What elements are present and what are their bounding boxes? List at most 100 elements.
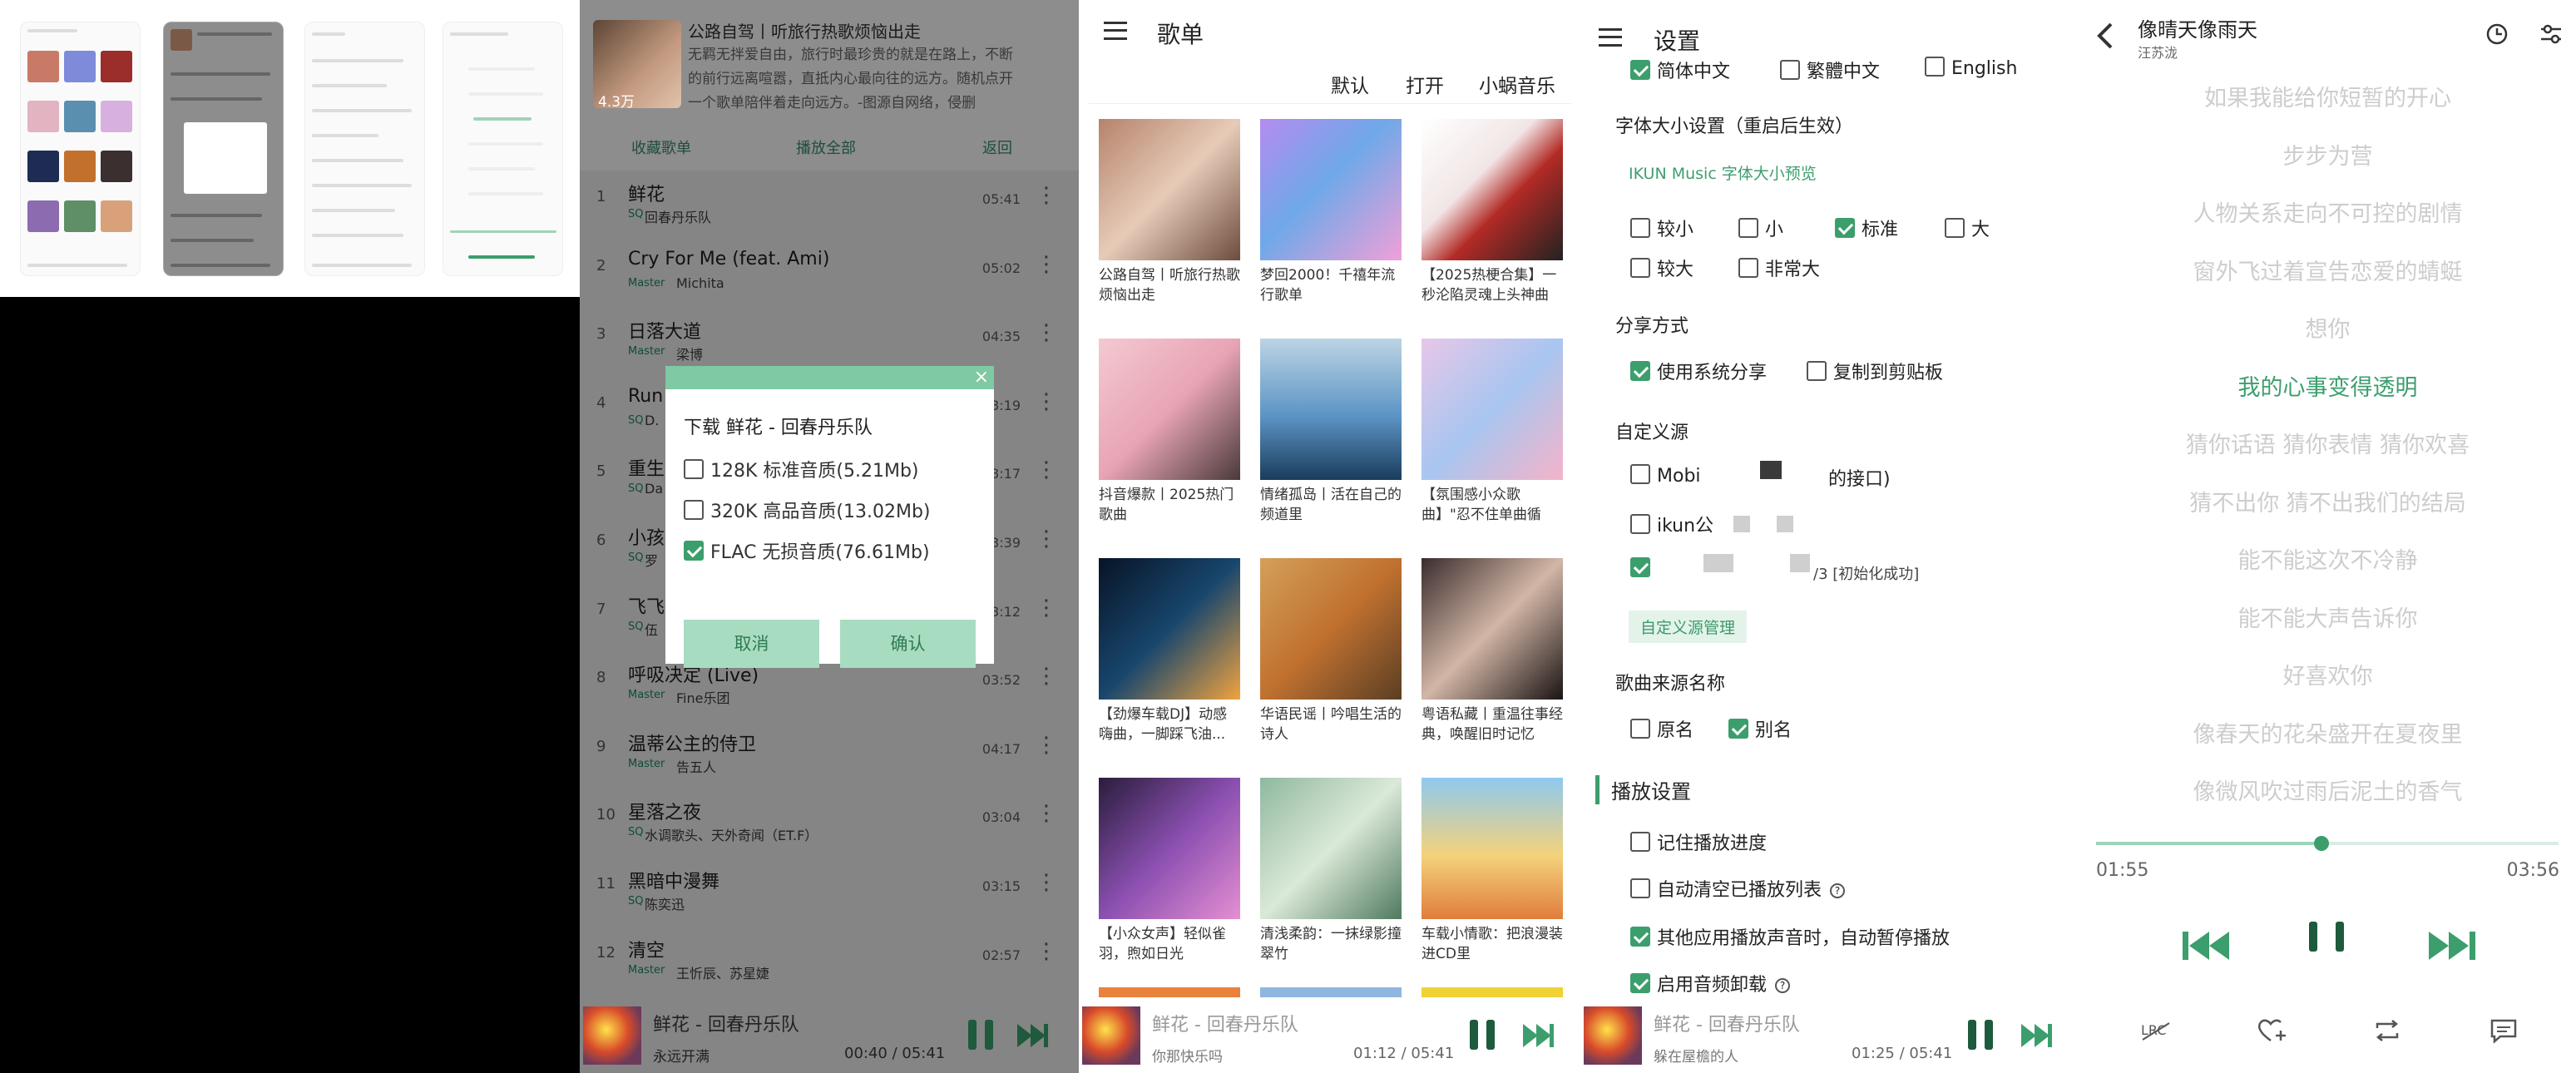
source-manage-button[interactable]: 自定义源管理: [1629, 611, 1748, 643]
mini-player[interactable]: 鲜花 - 回春丹乐队 你那快乐吗 01:12 / 05:41: [1079, 1001, 1578, 1073]
checkbox[interactable]: [1630, 878, 1650, 898]
more-icon[interactable]: ⋮: [1036, 596, 1057, 621]
next-icon[interactable]: [1016, 1021, 1049, 1050]
more-icon[interactable]: ⋮: [1036, 939, 1057, 964]
lrc-icon[interactable]: LRC: [2139, 1016, 2173, 1045]
checkbox[interactable]: [1630, 218, 1650, 238]
heart-plus-icon[interactable]: [2256, 1016, 2289, 1045]
songlist-card[interactable]: 清浅柔韵：一抹绿影撞翠竹: [1260, 778, 1402, 964]
size-smaller[interactable]: 较小: [1630, 215, 1693, 241]
repeat-icon[interactable]: [2371, 1016, 2404, 1045]
previous-icon[interactable]: [2181, 928, 2232, 963]
pause-icon[interactable]: [1968, 1020, 1993, 1050]
more-icon[interactable]: ⋮: [1036, 320, 1057, 345]
size-larger[interactable]: 较大: [1630, 255, 1693, 281]
share-clipboard[interactable]: 复制到剪贴板: [1807, 358, 1943, 384]
share-system[interactable]: 使用系统分享: [1630, 358, 1767, 384]
size-large[interactable]: 大: [1945, 215, 1990, 241]
quality-option-320k[interactable]: 320K 高品音质(13.02Mb): [684, 497, 931, 522]
song-row[interactable]: 1 鲜花 SQ 回春丹乐队 05:41 ⋮: [580, 171, 1079, 240]
source-mobi[interactable]: Mobi: [1630, 464, 1701, 487]
more-icon[interactable]: ⋮: [1036, 733, 1057, 758]
pause-icon[interactable]: [968, 1020, 993, 1050]
back-icon[interactable]: [2096, 22, 2114, 50]
settings-sliders-icon[interactable]: [2539, 22, 2564, 47]
name-original[interactable]: 原名: [1630, 715, 1693, 742]
help-icon[interactable]: ?: [1775, 978, 1791, 993]
checkbox-checked[interactable]: [1630, 60, 1650, 80]
filter-open[interactable]: 打开: [1406, 70, 1444, 98]
progress-track[interactable]: [2096, 836, 2559, 851]
checkbox-checked[interactable]: [1630, 361, 1650, 381]
filter-source[interactable]: 小蜗音乐: [1479, 70, 1555, 98]
timer-icon[interactable]: [2485, 22, 2510, 47]
lang-traditional[interactable]: 繁體中文: [1780, 57, 1880, 83]
progress-thumb[interactable]: [2313, 836, 2329, 851]
auto-clear-played[interactable]: 自动清空已播放列表?: [1630, 875, 1846, 902]
mini-player[interactable]: 鲜花 - 回春丹乐队 躲在屋檐的人 01:25 / 05:41: [1580, 1001, 2079, 1073]
song-row[interactable]: 12 清空 Master 王忻辰、苏星婕 02:57 ⋮: [580, 927, 1079, 996]
confirm-button[interactable]: 确认: [840, 620, 976, 668]
checkbox-checked[interactable]: [1630, 557, 1650, 577]
checkbox[interactable]: [684, 459, 704, 479]
close-icon[interactable]: ×: [974, 367, 989, 388]
more-icon[interactable]: ⋮: [1036, 183, 1057, 208]
next-icon[interactable]: [2020, 1021, 2053, 1050]
songlist-card[interactable]: 车载小情歌：把浪漫装进CD里: [1421, 778, 1563, 964]
checkbox-checked[interactable]: [1835, 218, 1855, 238]
collect-button[interactable]: 收藏歌单: [631, 136, 691, 158]
checkbox-checked[interactable]: [684, 541, 704, 561]
songlist-card[interactable]: 抖音爆款丨2025热门歌曲: [1099, 339, 1240, 525]
auto-pause[interactable]: 其他应用播放声音时，自动暂停播放: [1630, 923, 1950, 950]
back-button[interactable]: 返回: [982, 136, 1012, 158]
checkbox[interactable]: [1630, 258, 1650, 278]
checkbox[interactable]: [1780, 60, 1800, 80]
checkbox[interactable]: [1630, 464, 1650, 484]
quality-option-flac[interactable]: FLAC 无损音质(76.61Mb): [684, 537, 930, 563]
more-icon[interactable]: ⋮: [1036, 801, 1057, 826]
pause-icon[interactable]: [2309, 922, 2344, 967]
size-small[interactable]: 小: [1738, 215, 1783, 241]
song-row[interactable]: 10 星落之夜 SQ 水调歌头、天外奇闻（ET.F） 03:04 ⋮: [580, 789, 1079, 858]
play-all-button[interactable]: 播放全部: [796, 136, 856, 158]
checkbox[interactable]: [1807, 361, 1827, 381]
song-row[interactable]: 2 Cry For Me (feat. Ami) Master Michita 05:0…: [580, 240, 1079, 309]
menu-icon[interactable]: [1599, 28, 1622, 47]
comment-icon[interactable]: [2487, 1016, 2520, 1045]
checkbox[interactable]: [1738, 258, 1758, 278]
size-very-large[interactable]: 非常大: [1738, 255, 1820, 281]
songlist-card[interactable]: 【小众女声】轻似雀羽，煦如日光: [1099, 778, 1240, 964]
remember-progress[interactable]: 记住播放进度: [1630, 828, 1767, 855]
next-icon[interactable]: [1521, 1021, 1555, 1050]
song-row[interactable]: 9 温蒂公主的侍卫 Master 告五人 04:17 ⋮: [580, 721, 1079, 789]
pause-icon[interactable]: [1470, 1020, 1495, 1050]
songlist-card[interactable]: 粤语私藏丨重温往事经典，唤醒旧时记忆: [1421, 558, 1563, 744]
quality-option-128k[interactable]: 128K 标准音质(5.21Mb): [684, 456, 919, 482]
help-icon[interactable]: ?: [1830, 883, 1846, 898]
menu-icon[interactable]: [1104, 22, 1127, 40]
size-standard[interactable]: 标准: [1835, 215, 1898, 241]
checkbox-checked[interactable]: [1630, 973, 1650, 993]
more-icon[interactable]: ⋮: [1036, 527, 1057, 551]
more-icon[interactable]: ⋮: [1036, 389, 1057, 414]
lang-simplified[interactable]: 简体中文: [1630, 57, 1730, 83]
checkbox[interactable]: [1630, 832, 1650, 852]
more-icon[interactable]: ⋮: [1036, 252, 1057, 277]
checkbox-checked[interactable]: [1630, 927, 1650, 947]
songlist-card[interactable]: 【劲爆车载DJ】动感嗨曲，一脚踩飞油...: [1099, 558, 1240, 744]
checkbox-checked[interactable]: [1728, 719, 1748, 739]
filter-default[interactable]: 默认: [1331, 70, 1369, 98]
checkbox[interactable]: [1630, 514, 1650, 534]
songlist-card[interactable]: 情绪孤岛丨活在自己的频道里: [1260, 339, 1402, 525]
name-alias[interactable]: 别名: [1728, 715, 1792, 742]
songlist-card[interactable]: 公路自驾丨听旅行热歌烦恼出走: [1099, 119, 1240, 305]
source-ikun[interactable]: ikun公: [1630, 511, 1713, 537]
checkbox[interactable]: [684, 500, 704, 520]
more-icon[interactable]: ⋮: [1036, 457, 1057, 482]
songlist-card[interactable]: 【2025热梗合集】一秒沦陷灵魂上头神曲: [1421, 119, 1563, 305]
source-custom[interactable]: [1630, 557, 1657, 580]
checkbox[interactable]: [1738, 218, 1758, 238]
checkbox[interactable]: [1925, 57, 1945, 77]
songlist-card[interactable]: 梦回2000！千禧年流行歌单: [1260, 119, 1402, 305]
lang-english[interactable]: English: [1925, 57, 2017, 79]
